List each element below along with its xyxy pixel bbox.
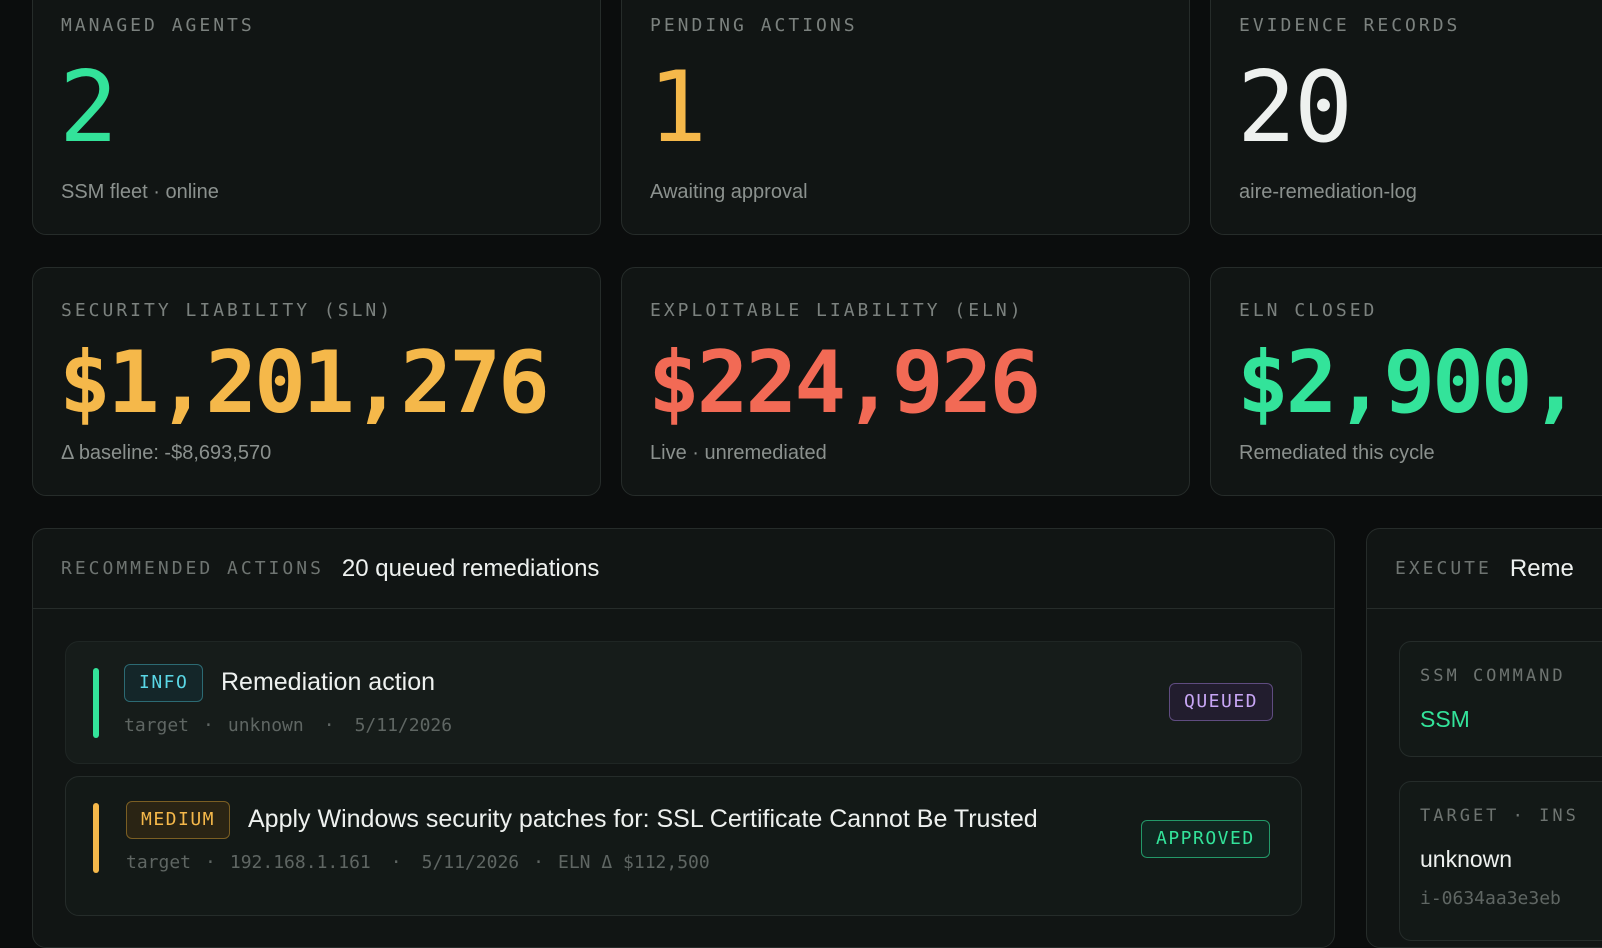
action-date: 5/11/2026	[421, 852, 520, 873]
status-badge: APPROVED	[1141, 820, 1270, 858]
stat-value: $1,201,276	[59, 333, 550, 433]
stat-card-evidence-records: EVIDENCE RECORDS 20 aire-remediation-log	[1210, 0, 1602, 235]
stat-label: EXPLOITABLE LIABILITY (ELN)	[650, 300, 1024, 321]
stat-value: 2	[59, 51, 118, 165]
ssm-command-box: SSM COMMAND SSM	[1399, 641, 1602, 757]
instance-id: i-0634aa3e3eb	[1420, 888, 1561, 909]
panel-header: EXECUTE Reme	[1367, 529, 1602, 609]
target-label: target	[126, 852, 192, 873]
stat-label: ELN CLOSED	[1239, 300, 1378, 321]
target-label: TARGET · INS	[1420, 806, 1579, 826]
eln-delta: ELN Δ $112,500	[558, 852, 710, 873]
panel-title: 20 queued remediations	[341, 554, 600, 582]
status-badge: QUEUED	[1169, 683, 1274, 721]
action-row[interactable]: MEDIUM Apply Windows security patches fo…	[65, 776, 1302, 916]
stat-card-security-liability: SECURITY LIABILITY (SLN) $1,201,276 Δ ba…	[32, 267, 601, 496]
stat-value: $2,900,	[1237, 333, 1581, 433]
severity-badge: INFO	[124, 664, 204, 702]
action-date: 5/11/2026	[354, 715, 453, 736]
panel-title: Reme	[1509, 554, 1574, 582]
target-value: unknown	[1420, 846, 1513, 872]
stat-subtext: Δ baseline: -$8,693,570	[61, 442, 272, 464]
execute-panel: EXECUTE Reme SSM COMMAND SSM TARGET · IN…	[1366, 528, 1602, 948]
stat-value: 1	[648, 51, 707, 165]
stat-label: PENDING ACTIONS	[650, 15, 858, 36]
action-title[interactable]: Apply Windows security patches for: SSL …	[248, 805, 1038, 834]
severity-accent-bar	[93, 668, 99, 738]
stat-subtext: SSM fleet · online	[61, 181, 219, 203]
target-box: TARGET · INS unknown i-0634aa3e3eb	[1399, 781, 1602, 941]
stat-card-exploitable-liability: EXPLOITABLE LIABILITY (ELN) $224,926 Liv…	[621, 267, 1190, 496]
stat-value: 20	[1237, 51, 1353, 165]
ssm-command-label: SSM COMMAND	[1420, 666, 1566, 686]
ssm-command-value: SSM	[1420, 706, 1470, 732]
action-title[interactable]: Remediation action	[221, 668, 435, 697]
stat-subtext: Live · unremediated	[650, 442, 827, 464]
action-meta: target · unknown · 5/11/2026	[124, 715, 453, 736]
stat-card-pending-actions: PENDING ACTIONS 1 Awaiting approval	[621, 0, 1190, 235]
target-value: unknown	[227, 715, 304, 736]
panel-key: EXECUTE	[1395, 558, 1492, 579]
stat-label: EVIDENCE RECORDS	[1239, 15, 1461, 36]
panel-header: RECOMMENDED ACTIONS 20 queued remediatio…	[33, 529, 1334, 609]
stat-label: SECURITY LIABILITY (SLN)	[61, 300, 394, 321]
stat-card-managed-agents: MANAGED AGENTS 2 SSM fleet · online	[32, 0, 601, 235]
action-meta: target · 192.168.1.161 · 5/11/2026 · ELN Δ $11…	[126, 852, 710, 873]
panel-key: RECOMMENDED ACTIONS	[61, 558, 324, 579]
severity-badge: MEDIUM	[126, 801, 231, 839]
stat-value: $224,926	[648, 333, 1041, 433]
stat-subtext: aire-remediation-log	[1239, 181, 1417, 203]
action-row[interactable]: INFO Remediation action target · unknown · 5…	[65, 641, 1302, 764]
recommended-actions-panel: RECOMMENDED ACTIONS 20 queued remediatio…	[32, 528, 1335, 948]
severity-accent-bar	[93, 803, 99, 873]
stat-subtext: Remediated this cycle	[1239, 442, 1435, 464]
target-label: target	[124, 715, 190, 736]
stat-label: MANAGED AGENTS	[61, 15, 255, 36]
target-value: 192.168.1.161	[229, 852, 371, 873]
stat-subtext: Awaiting approval	[650, 181, 808, 203]
stat-card-eln-closed: ELN CLOSED $2,900, Remediated this cycle	[1210, 267, 1602, 496]
